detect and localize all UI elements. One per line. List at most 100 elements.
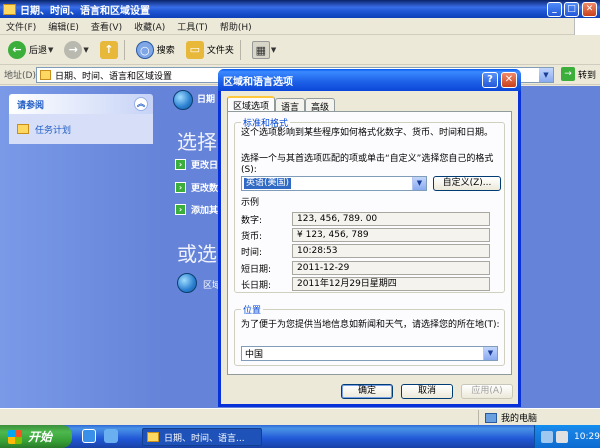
- search-icon: ○: [135, 40, 154, 59]
- folders-label: 文件夹: [206, 46, 234, 56]
- views-icon: ▦: [251, 40, 270, 59]
- menu-help[interactable]: 帮助(H): [220, 20, 252, 33]
- toolbar-divider: [239, 39, 241, 60]
- task-link-change-number[interactable]: › 更改数: [175, 181, 218, 194]
- standards-description: 这个选项影响到某些程序如何格式化数字、货币、时间和日期。: [241, 128, 494, 138]
- customize-button[interactable]: 自定义(Z)...: [433, 176, 501, 191]
- my-computer-icon: [485, 412, 497, 423]
- task-link-add-other[interactable]: › 添加其: [175, 203, 218, 216]
- chevron-down-icon[interactable]: ▼: [83, 46, 88, 54]
- back-button[interactable]: ← 后退 ▼: [5, 39, 56, 61]
- sample-label-time: 时间:: [241, 248, 263, 258]
- sample-value-short-date: 2011-12-29: [292, 261, 490, 275]
- sample-label-short-date: 短日期:: [241, 265, 272, 275]
- toolbar-divider: [123, 39, 125, 60]
- arrow-icon: ›: [175, 182, 186, 193]
- task-link-change-date[interactable]: › 更改日: [175, 158, 218, 171]
- pick-task-heading: 选择: [177, 130, 217, 154]
- folders-icon: ▭: [185, 40, 204, 59]
- apply-button[interactable]: 应用(A): [461, 384, 513, 399]
- select-format-description: 选择一个与其首选项匹配的项或单击“自定义”选择您自己的格式(S):: [241, 154, 494, 175]
- task-link-label: 更改日: [191, 161, 219, 171]
- menu-tools[interactable]: 工具(T): [177, 20, 208, 33]
- standards-group: 标准和格式 这个选项影响到某些程序如何格式化数字、货币、时间和日期。 选择一个与…: [234, 116, 505, 293]
- globe-icon[interactable]: [177, 273, 197, 293]
- ok-button[interactable]: 确定: [341, 384, 393, 399]
- maximize-button[interactable]: □: [564, 2, 579, 17]
- dialog-title: 区域和语言选项: [223, 76, 293, 88]
- minimize-button[interactable]: _: [547, 2, 562, 17]
- menu-file[interactable]: 文件(F): [6, 20, 36, 33]
- taskbar-window-button[interactable]: 日期、时间、语言...: [142, 428, 262, 446]
- taskbar-window-label: 日期、时间、语言...: [164, 433, 245, 444]
- sample-label-long-date: 长日期:: [241, 281, 272, 291]
- sample-value-currency: ¥ 123, 456, 789: [292, 228, 490, 242]
- sample-value-number: 123, 456, 789. 00: [292, 212, 490, 226]
- dialog-close-button[interactable]: ✕: [501, 72, 517, 88]
- ok-label: 确定: [357, 386, 376, 396]
- system-tray: 10:29: [534, 425, 600, 448]
- views-button[interactable]: ▦ ▼: [249, 39, 279, 61]
- task-link-label: 添加其: [191, 206, 219, 216]
- scheduled-tasks-link[interactable]: 任务计划: [35, 123, 71, 136]
- arrow-icon: ›: [175, 204, 186, 215]
- chevron-down-icon[interactable]: ▼: [483, 347, 497, 360]
- search-label: 搜索: [156, 46, 175, 56]
- menu-favorites[interactable]: 收藏(A): [134, 20, 165, 33]
- collapse-icon[interactable]: ︽: [134, 97, 148, 111]
- chevron-down-icon[interactable]: ▼: [412, 177, 426, 190]
- ie-icon[interactable]: [82, 429, 96, 443]
- sample-value-time: 10:28:53: [292, 244, 490, 258]
- back-arrow-icon: ←: [8, 40, 26, 59]
- clock[interactable]: 10:29: [574, 432, 600, 442]
- tab-panel: 标准和格式 这个选项影响到某些程序如何格式化数字、货币、时间和日期。 选择一个与…: [227, 111, 512, 375]
- volume-icon[interactable]: [556, 430, 568, 443]
- menu-edit[interactable]: 编辑(E): [48, 20, 79, 33]
- apply-label: 应用(A): [471, 386, 503, 396]
- help-button[interactable]: ?: [482, 72, 498, 88]
- location-value: 中国: [245, 350, 264, 360]
- show-desktop-icon[interactable]: [104, 429, 118, 443]
- chevron-down-icon[interactable]: ▼: [48, 46, 53, 54]
- window-titlebar: 日期、时间、语言和区域设置 _ □ ✕: [0, 0, 600, 18]
- cancel-label: 取消: [417, 386, 436, 396]
- cancel-button[interactable]: 取消: [401, 384, 453, 399]
- network-icon[interactable]: [541, 430, 553, 443]
- task-pane: 请参阅 ︽ 任务计划: [0, 86, 163, 408]
- see-also-box: 请参阅 ︽ 任务计划: [9, 94, 153, 144]
- dialog-titlebar: 区域和语言选项 ? ✕: [218, 69, 521, 91]
- go-label: 转到: [577, 70, 596, 81]
- go-arrow-icon: →: [560, 67, 575, 81]
- start-label: 开始: [28, 430, 53, 444]
- chevron-down-icon[interactable]: ▼: [271, 46, 276, 54]
- location-group: 位置 为了便于为您提供当地信息如新闻和天气，请选择您的所在地(T): 中国 ▼: [234, 303, 505, 366]
- address-value: 日期、时间、语言和区域设置: [55, 71, 173, 82]
- scheduled-tasks-icon: [17, 124, 29, 134]
- start-button[interactable]: 开始: [0, 425, 72, 448]
- go-button[interactable]: → 转到: [560, 67, 596, 81]
- address-label: 地址(D): [4, 71, 36, 81]
- forward-arrow-icon: →: [64, 40, 83, 59]
- folder-up-icon: ↑: [99, 40, 118, 59]
- arrow-icon: ›: [175, 159, 186, 170]
- search-button[interactable]: ○ 搜索: [133, 39, 178, 61]
- format-select[interactable]: 英语(美国) ▼: [241, 176, 427, 191]
- up-button[interactable]: ↑: [97, 39, 121, 61]
- window-title: 日期、时间、语言和区域设置: [20, 5, 150, 17]
- windows-logo-icon: [574, 18, 600, 35]
- folders-button[interactable]: ▭ 文件夹: [183, 39, 237, 61]
- chevron-down-icon[interactable]: ▼: [539, 68, 553, 82]
- location-select[interactable]: 中国 ▼: [241, 346, 498, 361]
- folder-icon: [147, 432, 159, 442]
- forward-button[interactable]: → ▼: [61, 39, 91, 61]
- see-also-body: 任务计划: [9, 114, 153, 144]
- menu-bar: 文件(F) 编辑(E) 查看(V) 收藏(A) 工具(T) 帮助(H): [0, 18, 600, 35]
- close-button[interactable]: ✕: [582, 2, 597, 17]
- status-zone: 我的电脑: [478, 410, 537, 425]
- sample-label-number: 数字:: [241, 216, 263, 226]
- see-also-header[interactable]: 请参阅 ︽: [9, 94, 153, 114]
- customize-label: 自定义(Z)...: [442, 178, 492, 188]
- menu-view[interactable]: 查看(V): [91, 20, 122, 33]
- location-group-title: 位置: [241, 303, 264, 316]
- samples-title: 示例: [241, 198, 260, 208]
